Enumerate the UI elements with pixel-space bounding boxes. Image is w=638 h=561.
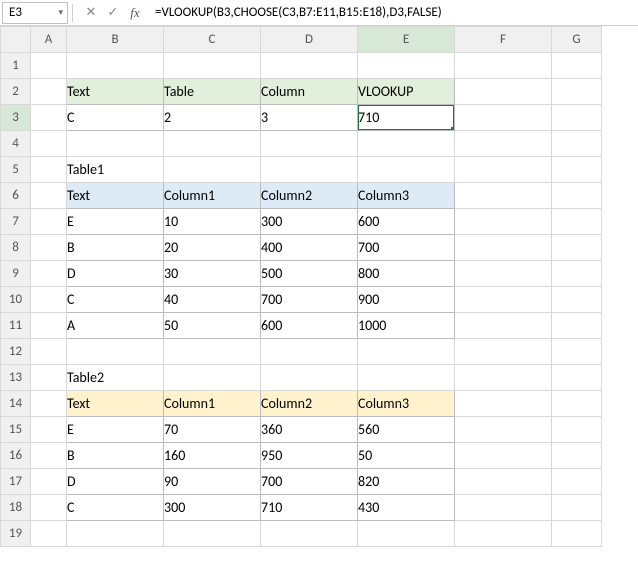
table-row[interactable]: 700 bbox=[261, 469, 358, 495]
row-header-14[interactable]: 14 bbox=[1, 391, 31, 417]
row-header-9[interactable]: 9 bbox=[1, 261, 31, 287]
formula-input[interactable]: =VLOOKUP(B3,CHOOSE(C3,B7:E11,B15:E18),D3… bbox=[149, 5, 638, 20]
t1-header-col3[interactable]: Column3 bbox=[358, 183, 455, 209]
row-header-12[interactable]: 12 bbox=[1, 339, 31, 365]
cell-B3[interactable]: C bbox=[67, 105, 164, 131]
col-header-D[interactable]: D bbox=[261, 27, 358, 53]
select-all-corner[interactable] bbox=[1, 27, 31, 53]
name-box[interactable]: E3 ▾ bbox=[2, 2, 68, 24]
spreadsheet-grid[interactable]: A B C D E F G 1 2 Text Table Column VLOO… bbox=[0, 26, 638, 547]
table-row[interactable]: 10 bbox=[164, 209, 261, 235]
row-header-8[interactable]: 8 bbox=[1, 235, 31, 261]
row-header-7[interactable]: 7 bbox=[1, 209, 31, 235]
table-row[interactable]: 560 bbox=[358, 417, 455, 443]
table-row[interactable]: 90 bbox=[164, 469, 261, 495]
table-row[interactable]: 50 bbox=[358, 443, 455, 469]
sheet-table: A B C D E F G 1 2 Text Table Column VLOO… bbox=[0, 26, 602, 547]
t2-header-col1[interactable]: Column1 bbox=[164, 391, 261, 417]
row-header-4[interactable]: 4 bbox=[1, 131, 31, 157]
table-row[interactable]: 40 bbox=[164, 287, 261, 313]
table-row[interactable]: E bbox=[67, 417, 164, 443]
row-header-10[interactable]: 10 bbox=[1, 287, 31, 313]
t1-header-text[interactable]: Text bbox=[67, 183, 164, 209]
row-header-19[interactable]: 19 bbox=[1, 521, 31, 547]
top-header-table[interactable]: Table bbox=[164, 79, 261, 105]
table-row[interactable]: 600 bbox=[261, 313, 358, 339]
t1-header-col1[interactable]: Column1 bbox=[164, 183, 261, 209]
cell[interactable] bbox=[31, 105, 67, 131]
table-row[interactable]: 300 bbox=[261, 209, 358, 235]
table-row[interactable]: D bbox=[67, 261, 164, 287]
cell-D3[interactable]: 3 bbox=[261, 105, 358, 131]
table-row[interactable]: B bbox=[67, 443, 164, 469]
cancel-icon[interactable]: ✕ bbox=[81, 5, 101, 20]
row-header-13[interactable]: 13 bbox=[1, 365, 31, 391]
table-row[interactable]: 700 bbox=[261, 287, 358, 313]
cell-E3-selected[interactable]: 710 bbox=[358, 105, 455, 131]
table-row[interactable]: 400 bbox=[261, 235, 358, 261]
table-row[interactable]: 50 bbox=[164, 313, 261, 339]
t2-header-text[interactable]: Text bbox=[67, 391, 164, 417]
col-header-F[interactable]: F bbox=[455, 27, 552, 53]
row-header-18[interactable]: 18 bbox=[1, 495, 31, 521]
formula-bar-buttons: ✕ ✓ fx bbox=[77, 5, 149, 21]
table-row[interactable]: 710 bbox=[261, 495, 358, 521]
name-box-value: E3 bbox=[9, 5, 22, 20]
table-row[interactable]: 800 bbox=[358, 261, 455, 287]
table2-title[interactable]: Table2 bbox=[67, 365, 164, 391]
table-row[interactable]: A bbox=[67, 313, 164, 339]
accept-icon[interactable]: ✓ bbox=[103, 5, 123, 20]
table-row[interactable]: C bbox=[67, 287, 164, 313]
top-header-text[interactable]: Text bbox=[67, 79, 164, 105]
top-header-column[interactable]: Column bbox=[261, 79, 358, 105]
table-row[interactable]: 1000 bbox=[358, 313, 455, 339]
table-row[interactable]: 20 bbox=[164, 235, 261, 261]
table-row[interactable]: 160 bbox=[164, 443, 261, 469]
table-row[interactable]: B bbox=[67, 235, 164, 261]
table-row[interactable]: 30 bbox=[164, 261, 261, 287]
t1-header-col2[interactable]: Column2 bbox=[261, 183, 358, 209]
top-header-vlookup[interactable]: VLOOKUP bbox=[358, 79, 455, 105]
table-row[interactable]: 500 bbox=[261, 261, 358, 287]
col-header-E[interactable]: E bbox=[358, 27, 455, 53]
col-header-A[interactable]: A bbox=[31, 27, 67, 53]
cell-C3[interactable]: 2 bbox=[164, 105, 261, 131]
table-row[interactable]: D bbox=[67, 469, 164, 495]
row-header-17[interactable]: 17 bbox=[1, 469, 31, 495]
table-row[interactable]: 700 bbox=[358, 235, 455, 261]
divider bbox=[72, 4, 73, 22]
table-row[interactable]: 600 bbox=[358, 209, 455, 235]
table-row[interactable]: 430 bbox=[358, 495, 455, 521]
table-row[interactable]: 900 bbox=[358, 287, 455, 313]
table-row[interactable]: 300 bbox=[164, 495, 261, 521]
col-header-B[interactable]: B bbox=[67, 27, 164, 53]
row-header-16[interactable]: 16 bbox=[1, 443, 31, 469]
table-row[interactable]: E bbox=[67, 209, 164, 235]
row-header-2[interactable]: 2 bbox=[1, 79, 31, 105]
row-header-5[interactable]: 5 bbox=[1, 157, 31, 183]
chevron-down-icon[interactable]: ▾ bbox=[58, 7, 63, 18]
table-row[interactable]: 70 bbox=[164, 417, 261, 443]
table-row[interactable]: 950 bbox=[261, 443, 358, 469]
cell[interactable] bbox=[31, 79, 67, 105]
fx-icon[interactable]: fx bbox=[125, 5, 145, 21]
row-header-1[interactable]: 1 bbox=[1, 53, 31, 79]
formula-bar: E3 ▾ ✕ ✓ fx =VLOOKUP(B3,CHOOSE(C3,B7:E11… bbox=[0, 0, 638, 26]
row-header-11[interactable]: 11 bbox=[1, 313, 31, 339]
col-header-G[interactable]: G bbox=[552, 27, 602, 53]
col-header-C[interactable]: C bbox=[164, 27, 261, 53]
row-header-3[interactable]: 3 bbox=[1, 105, 31, 131]
t2-header-col3[interactable]: Column3 bbox=[358, 391, 455, 417]
row-header-15[interactable]: 15 bbox=[1, 417, 31, 443]
table1-title[interactable]: Table1 bbox=[67, 157, 164, 183]
table-row[interactable]: 360 bbox=[261, 417, 358, 443]
table-row[interactable]: C bbox=[67, 495, 164, 521]
row-header-6[interactable]: 6 bbox=[1, 183, 31, 209]
t2-header-col2[interactable]: Column2 bbox=[261, 391, 358, 417]
table-row[interactable]: 820 bbox=[358, 469, 455, 495]
